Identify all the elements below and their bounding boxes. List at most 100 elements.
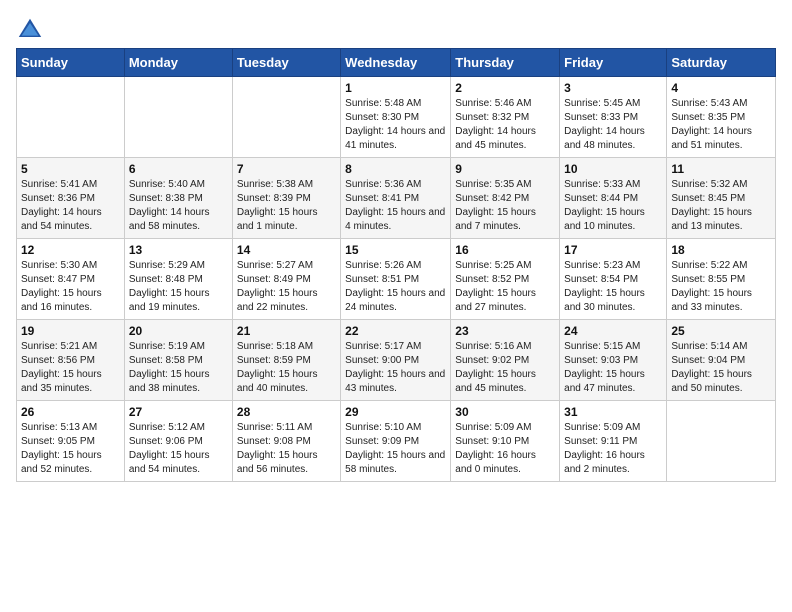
day-info: Sunrise: 5:35 AMSunset: 8:42 PMDaylight:… [455,178,555,234]
day-number: 22 [345,324,446,338]
calendar-cell: 13 Sunrise: 5:29 AMSunset: 8:48 PMDayligh… [124,239,232,320]
day-info: Sunrise: 5:23 AMSunset: 8:54 PMDaylight:… [564,259,662,315]
day-number: 11 [671,162,771,176]
day-number: 1 [345,81,446,95]
day-info: Sunrise: 5:09 AMSunset: 9:11 PMDaylight:… [564,421,662,477]
day-number: 28 [237,405,336,419]
calendar-week-row: 1 Sunrise: 5:48 AMSunset: 8:30 PMDaylight… [17,77,776,158]
calendar-cell: 25 Sunrise: 5:14 AMSunset: 9:04 PMDayligh… [667,320,776,401]
logo [16,16,48,44]
day-number: 25 [671,324,771,338]
calendar-cell: 26 Sunrise: 5:13 AMSunset: 9:05 PMDayligh… [17,401,125,482]
calendar-cell: 12Sunrise: 5:30 AMSunset: 8:47 PMDayligh… [17,239,125,320]
day-number: 18 [671,243,771,257]
day-number: 23 [455,324,555,338]
day-number: 15 [345,243,446,257]
calendar-cell: 16 Sunrise: 5:25 AMSunset: 8:52 PMDayligh… [451,239,560,320]
calendar-cell: 2 Sunrise: 5:46 AMSunset: 8:32 PMDaylight… [451,77,560,158]
calendar-week-row: 5 Sunrise: 5:41 AMSunset: 8:36 PMDaylight… [17,158,776,239]
day-info: Sunrise: 5:41 AMSunset: 8:36 PMDaylight:… [21,178,120,234]
weekday-header: Saturday [667,49,776,77]
calendar-cell: 15 Sunrise: 5:26 AMSunset: 8:51 PMDayligh… [341,239,451,320]
day-number: 30 [455,405,555,419]
calendar-cell: 30Sunrise: 5:09 AMSunset: 9:10 PMDayligh… [451,401,560,482]
day-info: Sunrise: 5:14 AMSunset: 9:04 PMDaylight:… [671,340,771,396]
day-number: 20 [129,324,228,338]
calendar-cell: 28 Sunrise: 5:11 AMSunset: 9:08 PMDayligh… [232,401,340,482]
day-number: 26 [21,405,120,419]
calendar-cell: 31 Sunrise: 5:09 AMSunset: 9:11 PMDayligh… [560,401,667,482]
day-info: Sunrise: 5:25 AMSunset: 8:52 PMDaylight:… [455,259,555,315]
day-info: Sunrise: 5:18 AMSunset: 8:59 PMDaylight:… [237,340,336,396]
weekday-header: Sunday [17,49,125,77]
day-number: 29 [345,405,446,419]
calendar-cell: 17Sunrise: 5:23 AMSunset: 8:54 PMDayligh… [560,239,667,320]
weekday-header: Monday [124,49,232,77]
calendar-week-row: 26 Sunrise: 5:13 AMSunset: 9:05 PMDayligh… [17,401,776,482]
day-info: Sunrise: 5:40 AMSunset: 8:38 PMDaylight:… [129,178,228,234]
weekday-header: Wednesday [341,49,451,77]
weekday-header: Tuesday [232,49,340,77]
calendar-header-row: SundayMondayTuesdayWednesdayThursdayFrid… [17,49,776,77]
day-number: 12 [21,243,120,257]
calendar-cell: 29 Sunrise: 5:10 AMSunset: 9:09 PMDayligh… [341,401,451,482]
calendar-cell: 24 Sunrise: 5:15 AMSunset: 9:03 PMDayligh… [560,320,667,401]
day-info: Sunrise: 5:45 AMSunset: 8:33 PMDaylight:… [564,97,662,153]
day-info: Sunrise: 5:17 AMSunset: 9:00 PMDaylight:… [345,340,446,396]
day-number: 14 [237,243,336,257]
day-number: 8 [345,162,446,176]
weekday-header: Thursday [451,49,560,77]
day-info: Sunrise: 5:11 AMSunset: 9:08 PMDaylight:… [237,421,336,477]
day-info: Sunrise: 5:12 AMSunset: 9:06 PMDaylight:… [129,421,228,477]
day-info: Sunrise: 5:27 AMSunset: 8:49 PMDaylight:… [237,259,336,315]
calendar-week-row: 19 Sunrise: 5:21 AMSunset: 8:56 PMDayligh… [17,320,776,401]
day-info: Sunrise: 5:32 AMSunset: 8:45 PMDaylight:… [671,178,771,234]
day-info: Sunrise: 5:29 AMSunset: 8:48 PMDaylight:… [129,259,228,315]
day-number: 13 [129,243,228,257]
day-info: Sunrise: 5:33 AMSunset: 8:44 PMDaylight:… [564,178,662,234]
calendar-cell: 22 Sunrise: 5:17 AMSunset: 9:00 PMDayligh… [341,320,451,401]
day-info: Sunrise: 5:46 AMSunset: 8:32 PMDaylight:… [455,97,555,153]
day-info: Sunrise: 5:19 AMSunset: 8:58 PMDaylight:… [129,340,228,396]
calendar-week-row: 12Sunrise: 5:30 AMSunset: 8:47 PMDayligh… [17,239,776,320]
day-number: 7 [237,162,336,176]
day-info: Sunrise: 5:26 AMSunset: 8:51 PMDaylight:… [345,259,446,315]
calendar-cell: 23Sunrise: 5:16 AMSunset: 9:02 PMDayligh… [451,320,560,401]
day-info: Sunrise: 5:13 AMSunset: 9:05 PMDaylight:… [21,421,120,477]
day-number: 24 [564,324,662,338]
calendar-cell: 21 Sunrise: 5:18 AMSunset: 8:59 PMDayligh… [232,320,340,401]
calendar-cell: 20 Sunrise: 5:19 AMSunset: 8:58 PMDayligh… [124,320,232,401]
day-number: 21 [237,324,336,338]
calendar-cell: 9 Sunrise: 5:35 AMSunset: 8:42 PMDaylight… [451,158,560,239]
day-number: 5 [21,162,120,176]
day-number: 16 [455,243,555,257]
calendar-cell: 1 Sunrise: 5:48 AMSunset: 8:30 PMDaylight… [341,77,451,158]
day-number: 27 [129,405,228,419]
day-info: Sunrise: 5:10 AMSunset: 9:09 PMDaylight:… [345,421,446,477]
calendar-cell: 14 Sunrise: 5:27 AMSunset: 8:49 PMDayligh… [232,239,340,320]
day-number: 3 [564,81,662,95]
day-info: Sunrise: 5:22 AMSunset: 8:55 PMDaylight:… [671,259,771,315]
day-number: 9 [455,162,555,176]
day-number: 4 [671,81,771,95]
day-info: Sunrise: 5:21 AMSunset: 8:56 PMDaylight:… [21,340,120,396]
day-info: Sunrise: 5:38 AMSunset: 8:39 PMDaylight:… [237,178,336,234]
day-number: 6 [129,162,228,176]
day-number: 31 [564,405,662,419]
day-info: Sunrise: 5:15 AMSunset: 9:03 PMDaylight:… [564,340,662,396]
calendar-cell: 7 Sunrise: 5:38 AMSunset: 8:39 PMDaylight… [232,158,340,239]
page-header [16,16,776,44]
calendar-cell: 6 Sunrise: 5:40 AMSunset: 8:38 PMDaylight… [124,158,232,239]
logo-icon [16,16,44,44]
day-info: Sunrise: 5:48 AMSunset: 8:30 PMDaylight:… [345,97,446,153]
day-number: 2 [455,81,555,95]
calendar-table: SundayMondayTuesdayWednesdayThursdayFrid… [16,48,776,482]
calendar-cell [124,77,232,158]
day-number: 19 [21,324,120,338]
calendar-cell: 19 Sunrise: 5:21 AMSunset: 8:56 PMDayligh… [17,320,125,401]
day-info: Sunrise: 5:43 AMSunset: 8:35 PMDaylight:… [671,97,771,153]
calendar-cell [17,77,125,158]
calendar-cell [667,401,776,482]
calendar-cell: 3 Sunrise: 5:45 AMSunset: 8:33 PMDaylight… [560,77,667,158]
day-number: 10 [564,162,662,176]
